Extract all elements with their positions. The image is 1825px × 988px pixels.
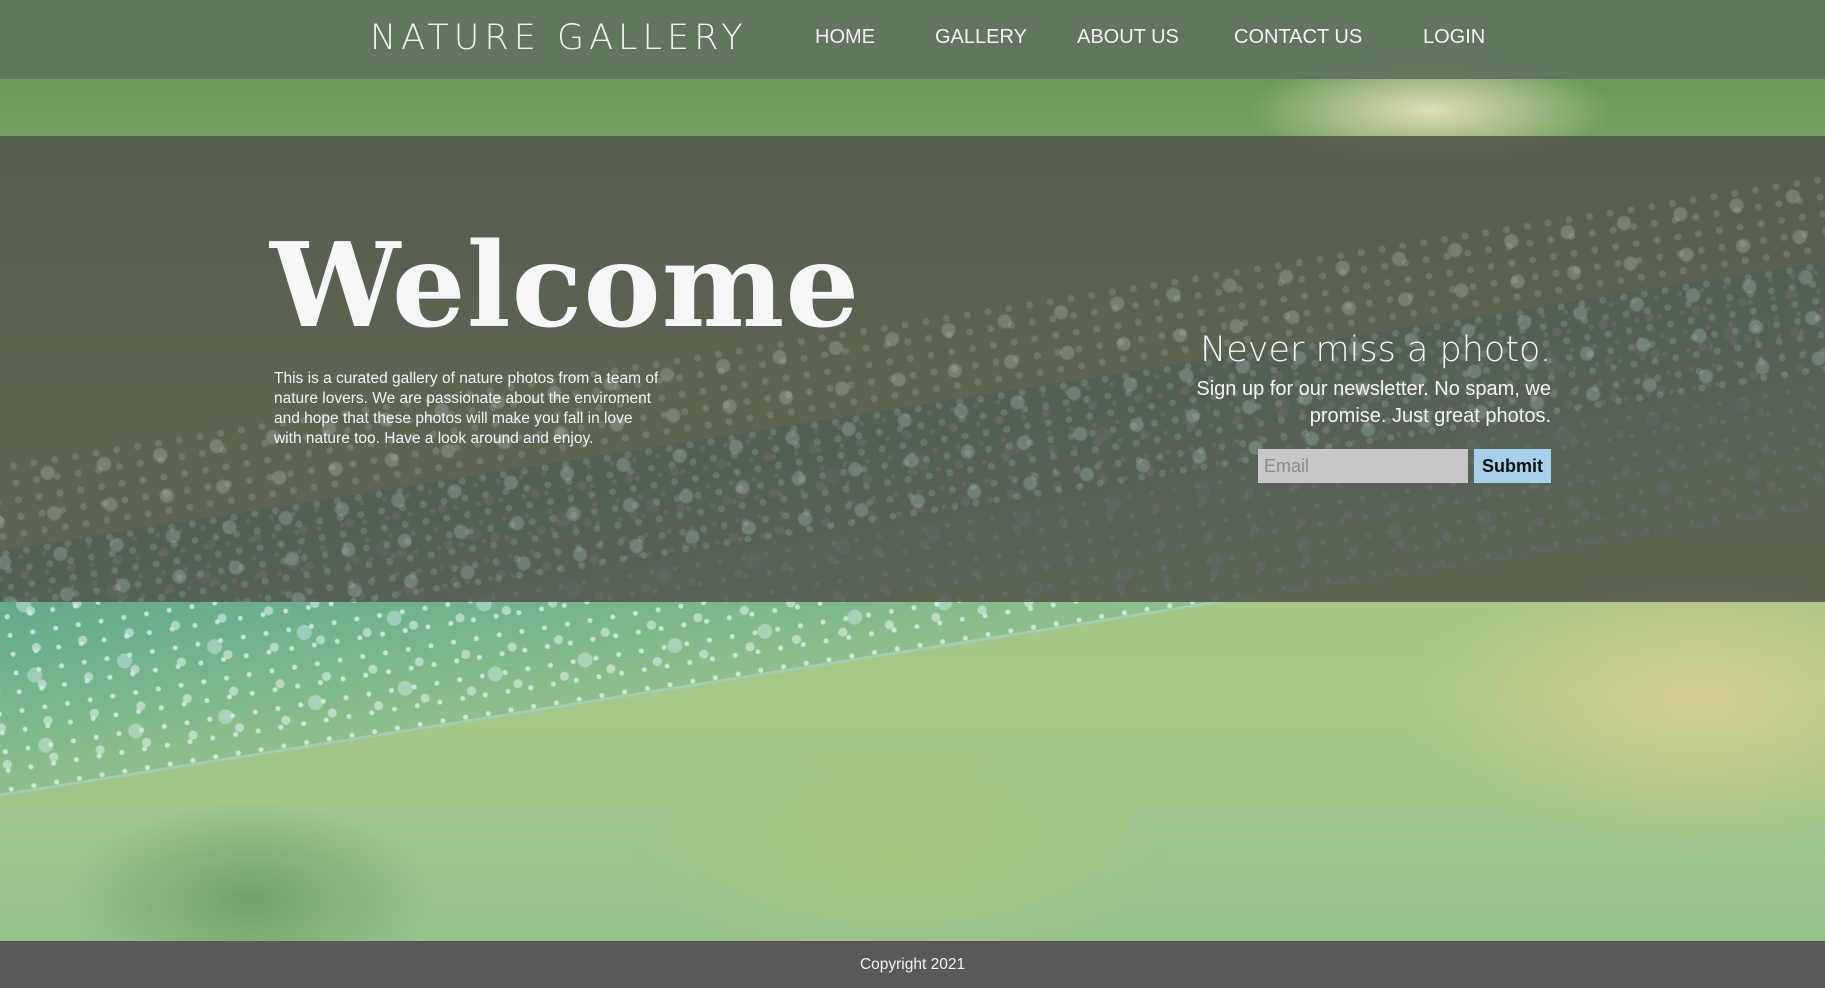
footer: Copyright 2021 — [0, 941, 1825, 988]
newsletter-title: Never miss a photo. — [1200, 330, 1551, 370]
nav-link-gallery[interactable]: GALLERY — [935, 26, 1027, 49]
nav-link-home[interactable]: HOME — [815, 26, 875, 49]
nav-link-about[interactable]: ABOUT US — [1077, 26, 1179, 49]
nav-link-login[interactable]: LOGIN — [1423, 26, 1485, 49]
newsletter-email-input[interactable] — [1258, 449, 1468, 483]
nav-link-contact[interactable]: CONTACT US — [1234, 26, 1362, 49]
newsletter-text: Sign up for our newsletter. No spam, we … — [1196, 378, 1551, 427]
hero-title: Welcome — [270, 218, 861, 354]
navbar: NATURE GALLERY HOME GALLERY ABOUT US CON… — [0, 0, 1825, 79]
newsletter-submit-button[interactable]: Submit — [1474, 449, 1551, 483]
site-brand[interactable]: NATURE GALLERY — [370, 18, 748, 58]
copyright-text: Copyright 2021 — [859, 956, 966, 973]
hero-intro-text: This is a curated gallery of nature phot… — [274, 370, 659, 447]
hero-section: Welcome This is a curated gallery of nat… — [0, 136, 1825, 602]
